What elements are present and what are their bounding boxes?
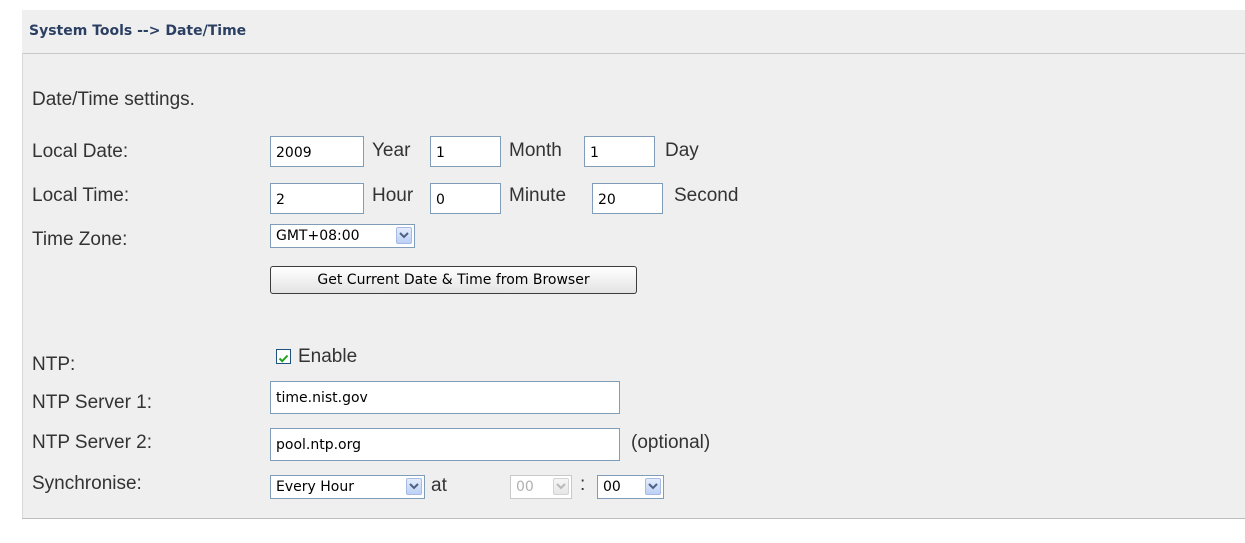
local-time-label: Local Time: <box>32 185 130 206</box>
year-input[interactable]: 2009 <box>270 136 364 167</box>
sync-hour-value: 00 <box>516 479 534 495</box>
ntp-enable-label: Enable <box>298 346 358 367</box>
chevron-down-icon[interactable] <box>396 227 412 244</box>
optional-note: (optional) <box>631 432 711 453</box>
panel-divider <box>22 53 23 519</box>
second-input[interactable]: 20 <box>592 183 663 214</box>
month-unit: Month <box>509 140 562 161</box>
day-unit: Day <box>665 140 699 161</box>
breadcrumb: System Tools --> Date/Time <box>29 23 247 39</box>
sync-hour-select[interactable]: 00 <box>510 475 572 499</box>
ntp-server-2-label: NTP Server 2: <box>32 432 153 453</box>
sync-minute-select[interactable]: 00 <box>597 475 664 499</box>
time-separator: : <box>580 474 586 495</box>
panel-header: System Tools --> Date/Time <box>22 10 1245 54</box>
sync-frequency-select[interactable]: Every Hour <box>270 475 425 499</box>
local-date-label: Local Date: <box>32 141 129 162</box>
chevron-down-icon[interactable] <box>406 478 422 495</box>
ntp-server-1-label: NTP Server 1: <box>32 392 153 413</box>
time-zone-select[interactable]: GMT+08:00 <box>270 224 415 248</box>
panel-divider <box>22 518 1245 519</box>
checkmark-icon <box>278 354 289 363</box>
ntp-label: NTP: <box>32 354 76 375</box>
month-input[interactable]: 1 <box>430 136 501 167</box>
date-time-panel: System Tools --> Date/Time Date/Time set… <box>22 10 1245 519</box>
time-zone-label: Time Zone: <box>32 229 128 250</box>
day-input[interactable]: 1 <box>584 136 655 167</box>
time-zone-value: GMT+08:00 <box>276 228 360 244</box>
ntp-server-1-input[interactable]: time.nist.gov <box>270 381 620 414</box>
chevron-down-icon[interactable] <box>553 478 569 495</box>
ntp-enable-checkbox[interactable] <box>276 349 291 364</box>
get-browser-time-button[interactable]: Get Current Date & Time from Browser <box>270 266 637 294</box>
minute-input[interactable]: 0 <box>430 183 501 214</box>
at-label: at <box>431 475 447 496</box>
section-intro: Date/Time settings. <box>32 89 195 110</box>
hour-input[interactable]: 2 <box>270 183 364 214</box>
hour-unit: Hour <box>372 185 414 206</box>
synchronise-label: Synchronise: <box>32 473 142 494</box>
sync-frequency-value: Every Hour <box>276 479 354 495</box>
year-unit: Year <box>372 140 411 161</box>
chevron-down-icon[interactable] <box>645 478 661 495</box>
sync-minute-value: 00 <box>603 479 621 495</box>
minute-unit: Minute <box>509 185 567 206</box>
ntp-server-2-input[interactable]: pool.ntp.org <box>270 428 620 461</box>
second-unit: Second <box>674 185 739 206</box>
